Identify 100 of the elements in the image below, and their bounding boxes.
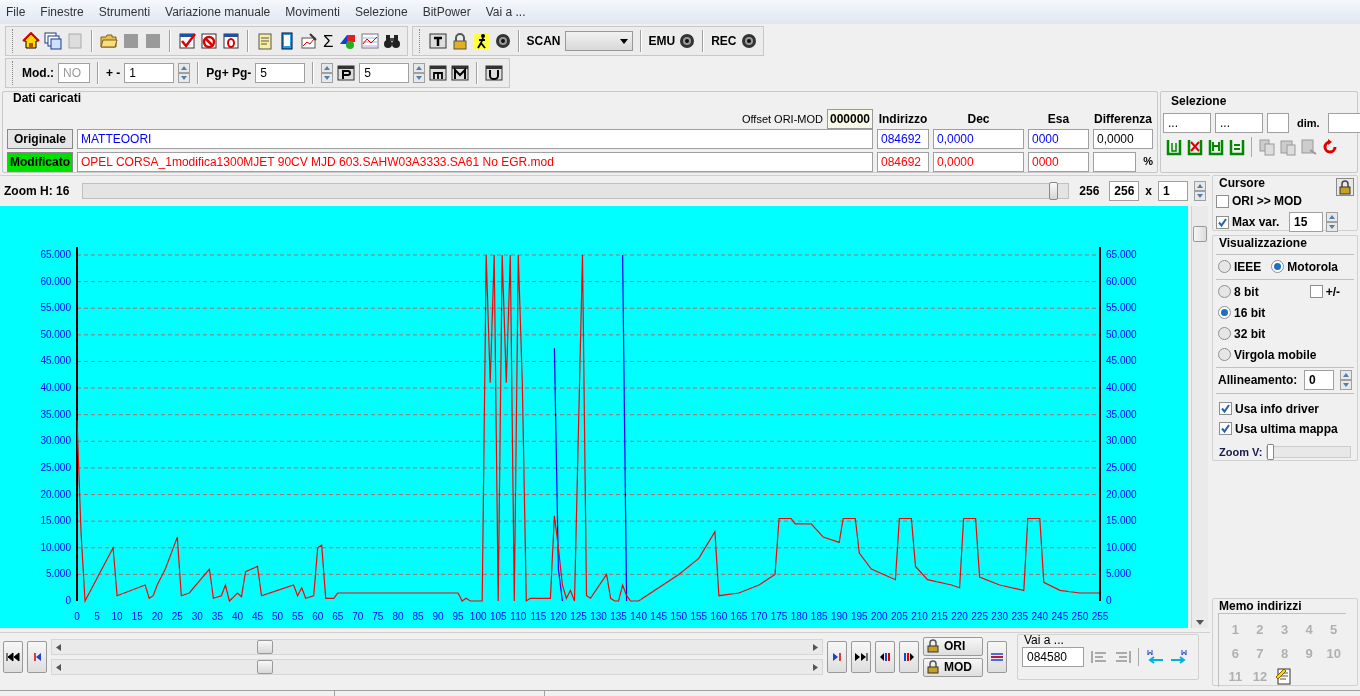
value-field[interactable]: 0000	[1028, 129, 1089, 150]
undo-icon[interactable]	[1321, 138, 1339, 156]
zero-icon[interactable]	[222, 32, 240, 50]
first-button[interactable]	[3, 640, 23, 673]
u-icon[interactable]	[485, 64, 504, 82]
spinner-icon[interactable]	[178, 63, 191, 83]
arrow-left-icon[interactable]	[56, 643, 61, 651]
file-button[interactable]: Modificato	[7, 151, 73, 172]
checkbox[interactable]	[1309, 285, 1323, 299]
checkbox[interactable]	[1216, 215, 1229, 229]
arrow-down-icon[interactable]	[1196, 620, 1204, 625]
scan-dropdown[interactable]	[564, 31, 633, 51]
zoom-v-slider[interactable]	[1266, 445, 1351, 458]
device-icon[interactable]	[278, 32, 296, 50]
vertical-scrollbar[interactable]	[1191, 206, 1208, 628]
prohibited-icon[interactable]	[200, 32, 218, 50]
factor-field[interactable]: 1	[1158, 180, 1188, 201]
next-difference-button[interactable]	[899, 640, 919, 673]
move-left-icon[interactable]	[1146, 648, 1164, 665]
memo-edit-icon[interactable]	[1275, 667, 1294, 685]
slider-thumb[interactable]	[1267, 443, 1275, 460]
document-arrow-icon[interactable]	[1300, 138, 1318, 156]
sigma-icon[interactable]: Σ	[322, 32, 335, 50]
checkbox[interactable]	[1219, 402, 1232, 415]
folder-icon[interactable]	[100, 32, 118, 50]
value-field[interactable]: 0,0000	[933, 129, 1024, 150]
alignment-field[interactable]: 0	[1304, 370, 1334, 391]
radio-button[interactable]	[1218, 285, 1231, 299]
p-icon[interactable]	[337, 64, 356, 82]
scrollbar-thumb[interactable]	[257, 639, 273, 654]
value-field[interactable]: 084692	[877, 129, 929, 150]
radio-button[interactable]	[1271, 260, 1285, 274]
selection-field[interactable]: ...	[1163, 113, 1211, 133]
zoom-slider[interactable]	[82, 182, 1070, 199]
value-field[interactable]: 0,0000	[933, 151, 1024, 172]
value-field[interactable]: 084692	[877, 151, 929, 172]
menu-item[interactable]: Movimenti	[285, 3, 340, 21]
record-icon[interactable]	[740, 33, 757, 49]
radio-button[interactable]	[1218, 306, 1231, 320]
menu-item[interactable]: BitPower	[422, 3, 471, 21]
menu-item[interactable]: Finestre	[40, 3, 84, 21]
square-icon[interactable]	[144, 32, 162, 50]
menu-item[interactable]: Vai a ...	[485, 3, 526, 21]
record-icon[interactable]	[679, 33, 696, 49]
menu-item[interactable]: Variazione manuale	[165, 3, 271, 21]
p-field[interactable]: 5	[359, 63, 410, 83]
running-person-icon[interactable]	[472, 32, 491, 50]
goto-field[interactable]: 084580	[1022, 646, 1084, 667]
selection-field[interactable]: ...	[1215, 113, 1263, 133]
ori-button[interactable]: ORI	[923, 636, 983, 656]
clipboard-icon[interactable]	[256, 32, 274, 50]
swap-button[interactable]	[987, 640, 1007, 673]
m-icon[interactable]	[451, 64, 470, 82]
scrollbar-thumb[interactable]	[1193, 226, 1207, 242]
bracket-h-icon[interactable]	[1207, 138, 1225, 156]
graph-icon[interactable]	[360, 32, 379, 50]
arrow-right-icon[interactable]	[813, 663, 818, 671]
spinner-icon[interactable]	[1326, 212, 1338, 232]
checkbox[interactable]	[1219, 422, 1232, 435]
max-var-field[interactable]: 15	[1289, 212, 1323, 232]
m-small-icon[interactable]	[429, 64, 448, 82]
bracket-icon[interactable]	[1165, 138, 1183, 156]
padlock-icon[interactable]	[1336, 178, 1354, 196]
scrollbar-thumb[interactable]	[257, 659, 273, 674]
next-button[interactable]	[827, 640, 847, 673]
page-field[interactable]: 5	[255, 63, 306, 83]
menu-item[interactable]: Strumenti	[98, 3, 151, 21]
horizontal-scrollbar[interactable]	[51, 638, 823, 655]
spinner-icon[interactable]	[1194, 180, 1206, 201]
radio-button[interactable]	[1218, 260, 1231, 274]
checkbox[interactable]	[1216, 194, 1229, 208]
shapes-icon[interactable]	[338, 32, 357, 50]
zoom-field[interactable]: 256	[1109, 180, 1140, 201]
slider-thumb[interactable]	[1049, 181, 1059, 200]
mod-button[interactable]: MOD	[923, 657, 983, 677]
horizontal-scrollbar[interactable]	[51, 658, 823, 675]
previous-difference-button[interactable]	[875, 640, 895, 673]
arrow-left-icon[interactable]	[56, 663, 61, 671]
bracket-bars-icon[interactable]	[1228, 138, 1246, 156]
square-icon[interactable]	[122, 32, 140, 50]
file-name-field[interactable]: MATTEOORI	[77, 129, 873, 150]
checkmark-icon[interactable]	[178, 32, 196, 50]
chart-pen-icon[interactable]	[300, 32, 318, 50]
radio-button[interactable]	[1218, 327, 1231, 341]
arrow-right-icon[interactable]	[813, 643, 818, 651]
step-field[interactable]: 1	[124, 63, 175, 83]
file-name-field[interactable]: OPEL CORSA_1modifica1300MJET 90CV MJD 603.SAHW03A3333.SA61 No EGR.mod	[77, 151, 873, 172]
selection-field[interactable]	[1267, 113, 1289, 133]
file-button[interactable]: Originale	[7, 129, 73, 150]
value-field[interactable]: 0000	[1028, 151, 1089, 172]
binoculars-icon[interactable]	[382, 32, 401, 50]
move-right-icon[interactable]	[1170, 648, 1188, 665]
bracket-cross-icon[interactable]	[1186, 138, 1204, 156]
last-button[interactable]	[851, 640, 871, 673]
t-icon[interactable]	[428, 32, 447, 50]
dim-field[interactable]	[1327, 113, 1360, 133]
menu-item[interactable]: Selezione	[354, 3, 408, 21]
previous-button[interactable]	[27, 640, 47, 673]
record-icon[interactable]	[494, 33, 511, 49]
home-icon[interactable]	[22, 32, 40, 50]
